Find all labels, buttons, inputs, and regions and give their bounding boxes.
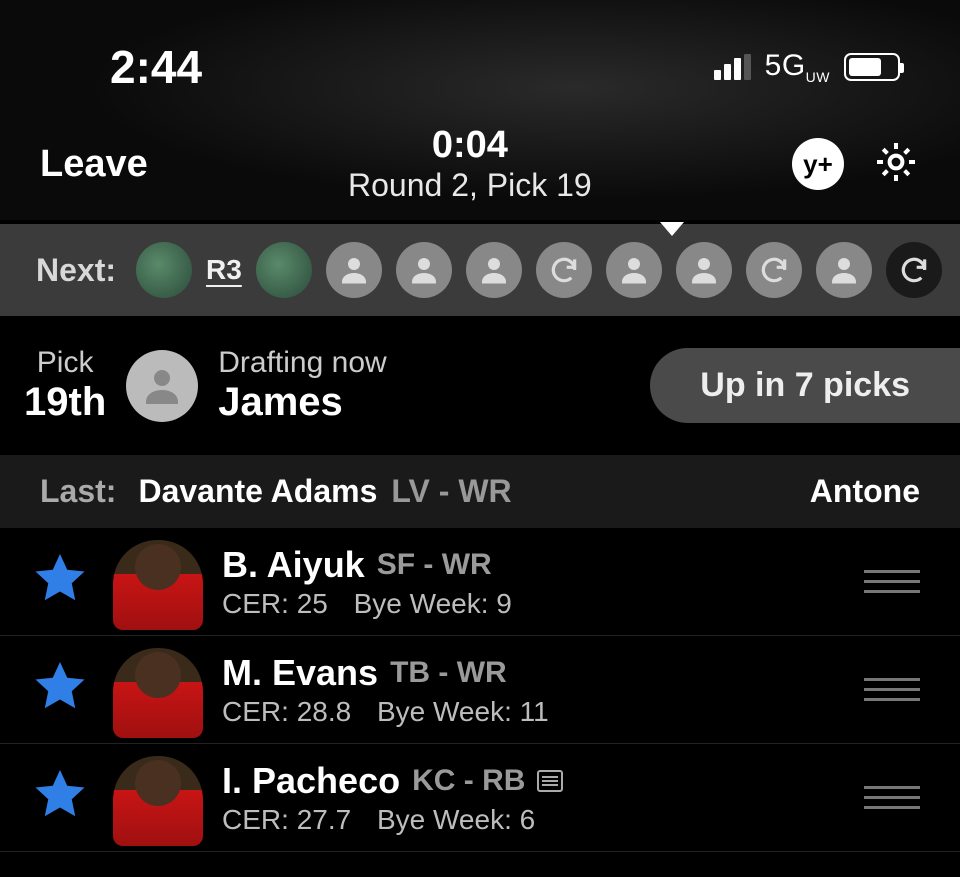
person-icon — [336, 252, 372, 288]
team-avatar[interactable] — [256, 242, 312, 298]
round-pick-label: Round 2, Pick 19 — [148, 167, 792, 204]
drafter-avatar[interactable] — [126, 350, 198, 422]
star-icon — [30, 549, 90, 609]
caret-down-icon — [660, 222, 684, 236]
player-row[interactable]: B. Aiyuk SF - WR CER: 25 Bye Week: 9 — [0, 528, 960, 636]
drag-handle[interactable] — [864, 786, 920, 809]
team-avatar[interactable] — [396, 242, 452, 298]
person-icon — [826, 252, 862, 288]
draft-timer-block: 0:04 Round 2, Pick 19 — [148, 124, 792, 204]
player-list: B. Aiyuk SF - WR CER: 25 Bye Week: 9 M. … — [0, 528, 960, 852]
player-stats: CER: 27.7 Bye Week: 6 — [222, 804, 850, 836]
note-icon — [537, 770, 563, 792]
player-row[interactable]: M. Evans TB - WR CER: 28.8 Bye Week: 11 — [0, 636, 960, 744]
player-pos: SF - WR — [377, 548, 492, 582]
settings-button[interactable] — [872, 138, 920, 191]
team-avatar[interactable] — [326, 242, 382, 298]
autopick-team-avatar[interactable] — [746, 242, 802, 298]
drag-handle[interactable] — [864, 570, 920, 593]
person-icon — [406, 252, 442, 288]
refresh-icon — [758, 254, 790, 286]
leave-button[interactable]: Leave — [40, 143, 148, 186]
refresh-icon — [898, 254, 930, 286]
yahoo-plus-button[interactable]: y+ — [792, 138, 844, 190]
player-info: I. Pacheco KC - RB CER: 27.7 Bye Week: 6 — [222, 760, 850, 836]
gear-icon — [872, 138, 920, 186]
favorite-star-button[interactable] — [30, 657, 94, 722]
player-name: B. Aiyuk — [222, 544, 365, 586]
person-icon — [616, 252, 652, 288]
top-bar: Leave 0:04 Round 2, Pick 19 y+ — [0, 114, 960, 224]
round-marker: R3 — [206, 254, 242, 286]
last-label: Last: — [40, 473, 116, 510]
person-icon — [686, 252, 722, 288]
drafter-text: Drafting now James — [218, 346, 386, 425]
pick-number-block: Pick 19th — [24, 346, 106, 425]
player-headshot — [108, 750, 208, 846]
last-pick-by: Antone — [810, 473, 920, 510]
player-stats: CER: 25 Bye Week: 9 — [222, 588, 850, 620]
autopick-team-avatar[interactable] — [536, 242, 592, 298]
team-avatar[interactable] — [606, 242, 662, 298]
favorite-star-button[interactable] — [30, 765, 94, 830]
team-avatar[interactable] — [136, 242, 192, 298]
player-name: I. Pacheco — [222, 760, 400, 802]
team-avatar[interactable] — [816, 242, 872, 298]
signal-icon — [714, 54, 751, 80]
player-headshot — [108, 642, 208, 738]
status-time: 2:44 — [110, 40, 202, 94]
player-pos: KC - RB — [412, 764, 525, 798]
drag-handle[interactable] — [864, 678, 920, 701]
autopick-team-avatar[interactable] — [886, 242, 942, 298]
last-player-pos: LV - WR — [391, 473, 511, 510]
person-icon — [476, 252, 512, 288]
player-row[interactable]: I. Pacheco KC - RB CER: 27.7 Bye Week: 6 — [0, 744, 960, 852]
player-stats: CER: 28.8 Bye Week: 11 — [222, 696, 850, 728]
last-pick-row[interactable]: Last: Davante Adams LV - WR Antone — [0, 455, 960, 528]
last-player-name: Davante Adams — [138, 473, 377, 510]
next-picks-row[interactable]: Next: R3 — [0, 224, 960, 316]
player-name: M. Evans — [222, 652, 378, 694]
favorite-star-button[interactable] — [30, 549, 94, 614]
up-in-pill[interactable]: Up in 7 picks — [650, 348, 960, 423]
network-label: 5GUW — [765, 49, 830, 85]
refresh-icon — [548, 254, 580, 286]
player-info: B. Aiyuk SF - WR CER: 25 Bye Week: 9 — [222, 544, 850, 620]
team-avatar[interactable] — [466, 242, 522, 298]
player-pos: TB - WR — [390, 656, 507, 690]
next-label: Next: — [36, 252, 116, 289]
player-info: M. Evans TB - WR CER: 28.8 Bye Week: 11 — [222, 652, 850, 728]
person-icon — [138, 362, 186, 410]
player-headshot — [108, 534, 208, 630]
status-right: 5GUW — [714, 49, 900, 85]
drafting-now-row: Pick 19th Drafting now James Up in 7 pic… — [0, 316, 960, 455]
star-icon — [30, 657, 90, 717]
team-avatar[interactable] — [676, 242, 732, 298]
star-icon — [30, 765, 90, 825]
status-bar: 2:44 5GUW — [0, 0, 960, 114]
pick-timer: 0:04 — [148, 124, 792, 167]
battery-icon — [844, 53, 900, 81]
